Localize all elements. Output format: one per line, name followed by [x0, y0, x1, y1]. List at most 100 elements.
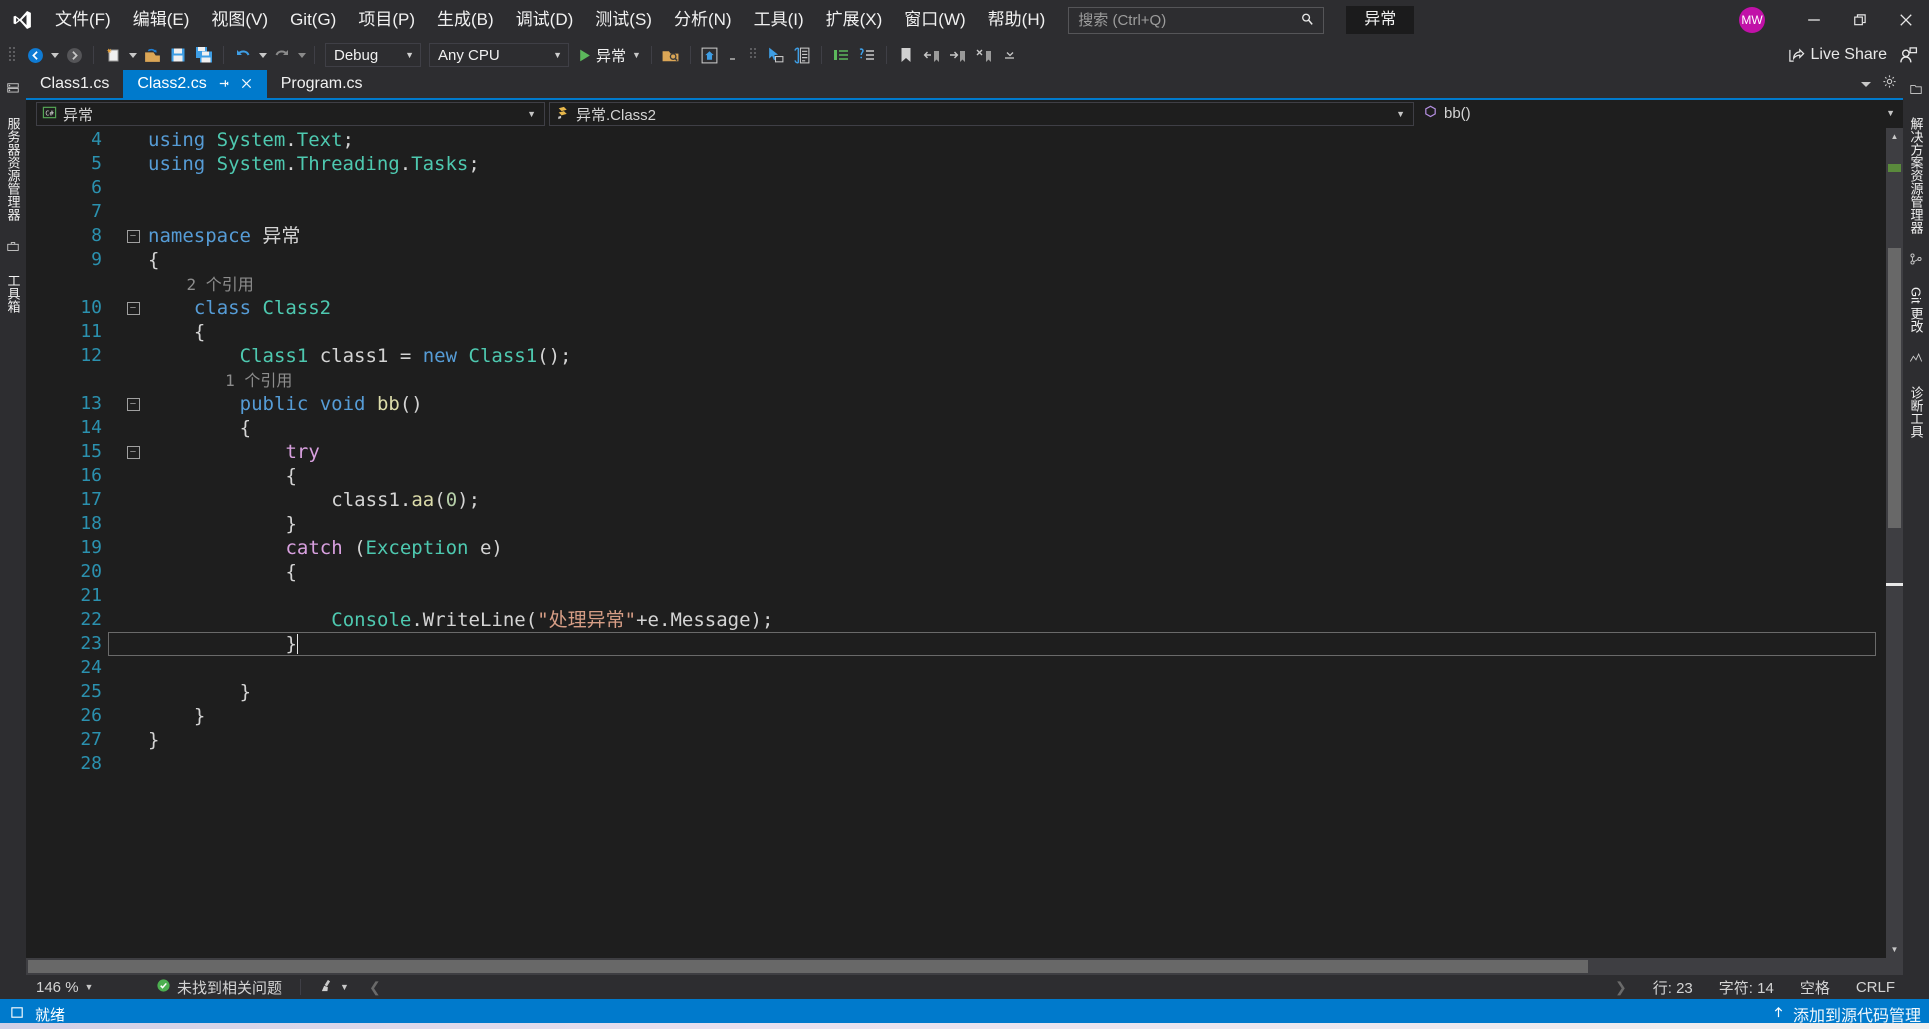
code-line[interactable]: 1 个引用	[26, 368, 1886, 392]
open-file-button[interactable]	[139, 43, 165, 67]
save-all-button[interactable]	[191, 43, 217, 67]
solution-configuration-combo[interactable]: Debug ▼	[325, 43, 421, 67]
collapse-icon[interactable]: –	[126, 301, 140, 315]
chevron-down-icon[interactable]: ▼	[1390, 109, 1411, 119]
menu-tools[interactable]: 工具(I)	[743, 0, 815, 40]
navigate-forward-button[interactable]	[61, 43, 87, 67]
code-text[interactable]: public void bb()	[144, 392, 1886, 416]
tab-program[interactable]: Program.cs	[267, 70, 377, 98]
new-project-button[interactable]	[100, 43, 126, 67]
chevron-down-icon[interactable]: ▼	[521, 109, 542, 119]
sidebar-item-diagnostic-tools[interactable]: 诊断工具	[1904, 380, 1929, 444]
server-explorer-icon[interactable]	[6, 82, 20, 101]
toolbar-overflow-button[interactable]	[997, 43, 1023, 67]
code-line[interactable]: 4 using System.Text;	[26, 128, 1886, 152]
menu-edit[interactable]: 编辑(E)	[122, 0, 201, 40]
vertical-scroll-thumb[interactable]	[1888, 248, 1901, 528]
code-text[interactable]: Class1 class1 = new Class1();	[144, 344, 1886, 368]
issue-indicator[interactable]: 未找到相关问题	[146, 977, 292, 998]
code-text[interactable]: 1 个引用	[144, 368, 1886, 393]
toolbox-icon[interactable]	[6, 239, 20, 258]
diagnostic-tools-icon[interactable]	[1909, 351, 1923, 370]
code-text[interactable]: }	[144, 728, 1886, 752]
code-text[interactable]: {	[144, 560, 1886, 584]
code-line[interactable]: 8 – namespace 异常	[26, 224, 1886, 248]
code-text[interactable]: {	[144, 320, 1886, 344]
code-text[interactable]: class Class2	[144, 296, 1886, 320]
line-ending-mode[interactable]: CRLF	[1856, 979, 1895, 996]
menu-analyze[interactable]: 分析(N)	[663, 0, 743, 40]
chevron-down-icon[interactable]: ▼	[632, 50, 641, 60]
code-text[interactable]: }	[144, 512, 1886, 536]
chevron-down-icon[interactable]: ▼	[85, 982, 94, 992]
menu-view[interactable]: 视图(V)	[200, 0, 279, 40]
code-line[interactable]: 11 {	[26, 320, 1886, 344]
search-icon[interactable]	[1300, 12, 1315, 32]
code-text[interactable]: {	[144, 464, 1886, 488]
collapse-icon[interactable]: –	[126, 445, 140, 459]
code-text[interactable]: {	[144, 416, 1886, 440]
code-text[interactable]: }	[144, 680, 1886, 704]
chevron-down-icon[interactable]: ▼	[547, 50, 568, 60]
code-line[interactable]: 5 using System.Threading.Tasks;	[26, 152, 1886, 176]
redo-dropdown-icon[interactable]	[295, 43, 308, 67]
code-line[interactable]: 16 {	[26, 464, 1886, 488]
collapse-icon[interactable]: –	[126, 229, 140, 243]
menu-debug[interactable]: 调试(D)	[505, 0, 585, 40]
solution-explorer-icon[interactable]	[1909, 82, 1923, 101]
start-debug-button[interactable]: 异常 ▼	[573, 43, 645, 67]
menu-help[interactable]: 帮助(H)	[977, 0, 1057, 40]
code-text[interactable]: class1.aa(0);	[144, 488, 1886, 512]
fold-margin[interactable]: –	[122, 397, 144, 411]
new-project-dropdown-icon[interactable]	[126, 43, 139, 67]
live-visual-tree-button[interactable]	[697, 43, 723, 67]
pin-icon[interactable]	[217, 77, 230, 92]
sidebar-item-solution-explorer[interactable]: 解决方案资源管理器	[1904, 111, 1929, 240]
fold-margin[interactable]: –	[122, 229, 144, 243]
fold-margin[interactable]: –	[122, 445, 144, 459]
sidebar-item-server-explorer[interactable]: 服务器资源管理器	[1, 111, 26, 227]
scroll-up-arrow-icon[interactable]: ▲	[1886, 128, 1903, 145]
code-line[interactable]: 26 }	[26, 704, 1886, 728]
toggle-bookmark-button[interactable]	[893, 43, 919, 67]
navigate-backward-dropdown-icon[interactable]	[48, 43, 61, 67]
menu-extensions[interactable]: 扩展(X)	[815, 0, 894, 40]
code-line[interactable]: 25 }	[26, 680, 1886, 704]
toolbar-grip-icon[interactable]	[8, 46, 18, 64]
code-text[interactable]: using System.Text;	[144, 128, 1886, 152]
code-text[interactable]: 2 个引用	[144, 272, 1886, 297]
code-text[interactable]: using System.Threading.Tasks;	[144, 152, 1886, 176]
live-share-button[interactable]: Live Share	[1780, 46, 1896, 64]
code-line[interactable]: 20 {	[26, 560, 1886, 584]
menu-project[interactable]: 项目(P)	[347, 0, 426, 40]
chevron-down-icon[interactable]: ▼	[340, 982, 349, 992]
nav-next-control[interactable]: ❯	[1615, 979, 1627, 996]
menu-test[interactable]: 测试(S)	[584, 0, 663, 40]
tab-class1[interactable]: Class1.cs	[26, 70, 123, 98]
code-text[interactable]: Console.WriteLine("处理异常"+e.Message);	[144, 608, 1886, 632]
menu-build[interactable]: 生成(B)	[426, 0, 505, 40]
code-line[interactable]: 15 – try	[26, 440, 1886, 464]
code-line[interactable]: 17 class1.aa(0);	[26, 488, 1886, 512]
code-line[interactable]: 27}	[26, 728, 1886, 752]
code-line[interactable]: 6	[26, 176, 1886, 200]
solution-platform-combo[interactable]: Any CPU ▼	[429, 43, 569, 67]
code-text[interactable]: {	[144, 248, 1886, 272]
code-text[interactable]: catch (Exception e)	[144, 536, 1886, 560]
code-line[interactable]: 7	[26, 200, 1886, 224]
redo-button[interactable]	[269, 43, 295, 67]
code-line[interactable]: 23 }	[26, 632, 1886, 656]
editor-settings-icon[interactable]	[1882, 74, 1897, 94]
code-editor-area[interactable]: 4 using System.Text; 5 using System.Threadi…	[26, 128, 1903, 958]
navigate-backward-button[interactable]	[22, 43, 48, 67]
source-code[interactable]: 4 using System.Text; 5 using System.Threadi…	[26, 128, 1886, 776]
code-line[interactable]: 18 }	[26, 512, 1886, 536]
project-selector-combo[interactable]: C# 异常 ▼	[36, 102, 545, 126]
close-button[interactable]	[1883, 0, 1929, 40]
menu-file[interactable]: 文件(F)	[44, 0, 122, 40]
sidebar-item-git-changes[interactable]: Git 更改	[1904, 281, 1929, 339]
type-selector-combo[interactable]: 异常.Class2 ▼	[549, 102, 1414, 126]
collapse-icon[interactable]: –	[126, 397, 140, 411]
code-text[interactable]: try	[144, 440, 1886, 464]
select-element-button[interactable]	[763, 43, 789, 67]
